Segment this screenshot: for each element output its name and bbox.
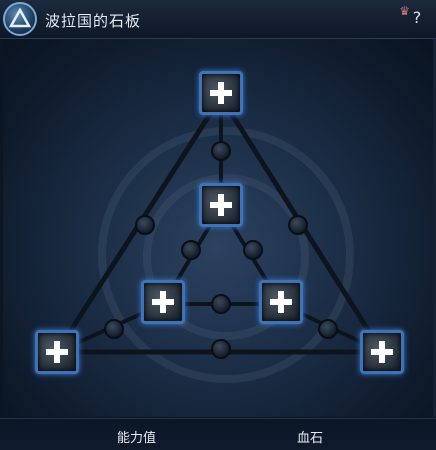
title-bar: 波拉国的石板 ♛ ?	[0, 0, 436, 39]
footer-tabs: 能力值 血石	[0, 418, 436, 450]
slot-bottom-left[interactable]	[35, 330, 79, 374]
plus-icon	[46, 341, 68, 363]
plus-icon	[210, 82, 232, 104]
path-node	[318, 319, 338, 339]
tab-bloodstone[interactable]: 血石	[297, 427, 323, 446]
slot-bottom-right[interactable]	[360, 330, 404, 374]
plus-icon	[371, 341, 393, 363]
path-node	[211, 339, 231, 359]
path-node	[243, 240, 263, 260]
help-button[interactable]: ?	[406, 7, 428, 29]
path-node	[135, 215, 155, 235]
tab-stats[interactable]: 能力值	[117, 427, 156, 446]
slot-center-upper[interactable]	[199, 183, 243, 227]
path-node	[288, 215, 308, 235]
window-title: 波拉国的石板	[45, 12, 142, 30]
path-node	[211, 141, 231, 161]
path-node	[104, 319, 124, 339]
plus-icon	[152, 291, 174, 313]
tablet-board	[3, 39, 433, 417]
slot-center-left[interactable]	[141, 280, 185, 324]
slot-top[interactable]	[199, 71, 243, 115]
stone-tablet-window: 波拉国的石板 ♛ ? 能力值 血石	[0, 0, 436, 450]
slot-center-right[interactable]	[259, 280, 303, 324]
plus-icon	[210, 194, 232, 216]
emblem-icon	[3, 2, 37, 36]
path-node	[181, 240, 201, 260]
path-node	[211, 294, 231, 314]
plus-icon	[270, 291, 292, 313]
